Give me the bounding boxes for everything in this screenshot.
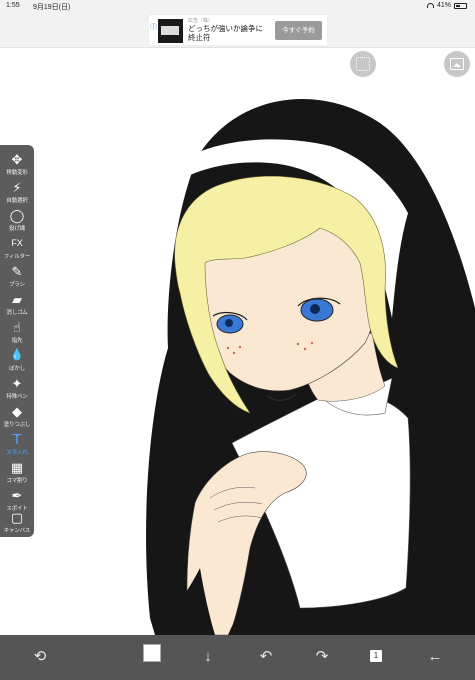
tool-finger[interactable]: ☝ 指先 xyxy=(0,319,34,347)
tool-palette: ✥ 移動変形 ⚡ 自動選択 ◯ 投げ縄 FX フィルター ✎ ブラシ ▰ 消しゴ… xyxy=(0,145,34,537)
status-date: 9月19日(日) xyxy=(33,4,71,11)
status-right: 41% xyxy=(426,2,467,9)
status-time: 1:55 xyxy=(6,2,20,9)
undo-icon[interactable]: ↶ xyxy=(252,643,280,671)
tool-text[interactable]: T 文字入れ xyxy=(0,431,34,459)
tool-label: フィルター xyxy=(3,254,31,260)
tool-filter[interactable]: FX フィルター xyxy=(0,235,34,263)
wifi-icon xyxy=(426,3,434,8)
ad-thumbnail[interactable] xyxy=(158,19,183,43)
blur-icon: 💧 xyxy=(10,349,24,361)
gallery-button[interactable] xyxy=(444,51,470,77)
tool-label: ブラシ xyxy=(9,282,25,288)
tool-magic[interactable]: ⚡ 自動選択 xyxy=(0,179,34,207)
rotate-icon[interactable]: ⟲ xyxy=(26,643,54,671)
tool-label: 消しゴム xyxy=(6,310,28,316)
tool-label: 文字入れ xyxy=(6,450,28,456)
layer-count: 1 xyxy=(370,647,387,662)
special-pen-icon: ✦ xyxy=(11,376,23,391)
back-icon[interactable]: ← xyxy=(421,643,449,671)
layer-down-icon[interactable]: ↓ xyxy=(194,643,222,671)
tool-label: 投げ縄 xyxy=(9,226,25,232)
tool-label: 指先 xyxy=(11,338,23,344)
artwork xyxy=(146,99,475,635)
tool-label: 特殊ペン xyxy=(6,394,28,400)
tool-label: キャンバス xyxy=(3,528,31,534)
tool-fill[interactable]: ◆ 塗りつぶし xyxy=(0,403,34,431)
battery-icon xyxy=(454,2,467,9)
fill-icon: ◆ xyxy=(12,404,22,419)
tool-lasso[interactable]: ◯ 投げ縄 xyxy=(0,207,34,235)
redo-icon[interactable]: ↷ xyxy=(308,643,336,671)
tool-label: コマ割り xyxy=(6,478,28,484)
gallery-icon xyxy=(450,58,464,70)
tool-blur[interactable]: 💧 ぼかし xyxy=(0,347,34,375)
tool-label: 移動変形 xyxy=(6,170,28,176)
tool-canvas[interactable]: ▢ キャンバス xyxy=(0,509,34,537)
brush-icon: ✎ xyxy=(11,264,23,279)
tool-frame-divider[interactable]: ▦ コマ割り xyxy=(0,459,34,487)
bottom-bar: ⟲ ↓ ↶ ↷ 1 ← xyxy=(0,635,475,680)
canvas-icon: ▢ xyxy=(10,510,24,525)
ad-banner: ⓘ✕ 広告（株） どっちが強いか論争に終止符 今すぐ予約 xyxy=(0,12,475,48)
ad-source: 広告（株） xyxy=(188,18,214,24)
ad-cta-button[interactable]: 今すぐ予約 xyxy=(275,21,322,40)
layers-button[interactable]: 1 xyxy=(364,643,392,671)
frame-divider-icon: ▦ xyxy=(10,460,24,475)
filter-icon: FX xyxy=(11,238,23,248)
text-icon: T xyxy=(12,431,22,448)
tool-brush[interactable]: ✎ ブラシ xyxy=(0,263,34,291)
eraser-icon: ▰ xyxy=(12,292,22,307)
tool-special-pen[interactable]: ✦ 特殊ペン xyxy=(0,375,34,403)
tool-move[interactable]: ✥ 移動変形 xyxy=(0,151,34,179)
status-bar: 1:55 9月19日(日) 41% xyxy=(0,0,475,12)
tool-label: 塗りつぶし xyxy=(3,422,31,428)
grid-icon xyxy=(356,57,370,71)
magic-wand-icon: ⚡ xyxy=(12,180,22,195)
grid-toggle-button[interactable] xyxy=(350,51,376,77)
lasso-icon: ◯ xyxy=(9,208,25,223)
tool-eraser[interactable]: ▰ 消しゴム xyxy=(0,291,34,319)
tool-label: 自動選択 xyxy=(6,198,28,204)
drawing-canvas[interactable] xyxy=(0,48,475,635)
move-icon: ✥ xyxy=(11,152,23,167)
finger-icon: ☝ xyxy=(13,320,21,335)
ad-title[interactable]: どっちが強いか論争に終止符 xyxy=(188,24,270,42)
color-swatch[interactable] xyxy=(143,644,161,662)
eyedropper-icon: ✒ xyxy=(11,488,23,503)
tool-label: ぼかし xyxy=(9,366,25,372)
ad-box[interactable]: ⓘ✕ 広告（株） どっちが強いか論争に終止符 今すぐ予約 xyxy=(148,14,328,46)
battery-percent: 41% xyxy=(436,2,451,9)
